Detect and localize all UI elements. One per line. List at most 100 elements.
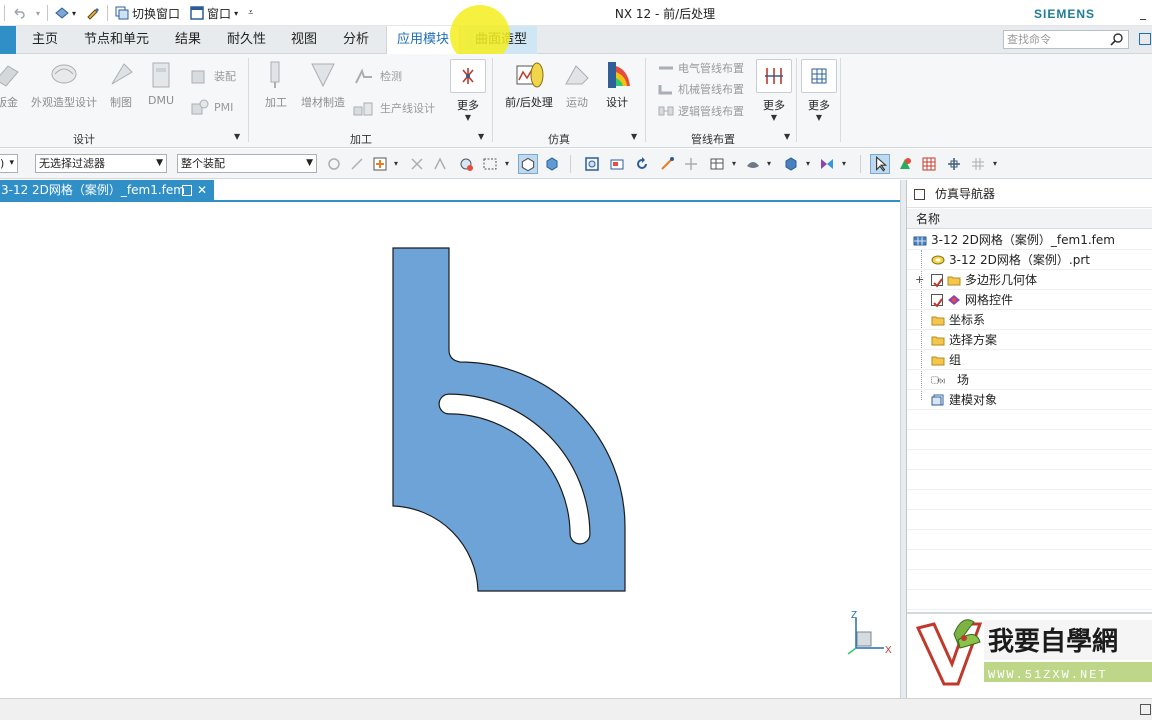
title-bar: ▾ ▾ 切换窗口 窗口 ▾ ⩡ NX 12 - 前/后处理 SIEMENS _ (0, 0, 1152, 26)
drafting-button[interactable]: 制图 (104, 60, 138, 110)
status-bar (0, 698, 1152, 720)
shaded-mode-button[interactable] (518, 154, 538, 174)
watermark-url: WWW.51ZXW.NET (988, 668, 1108, 682)
design-group-dropdown[interactable]: ▼ (234, 132, 240, 141)
section-view-icon[interactable] (819, 156, 835, 172)
tab-nodes-elements[interactable]: 节点和单元 (74, 26, 159, 54)
more-button-1[interactable] (450, 59, 486, 93)
navigator-title: 仿真导航器 (935, 187, 996, 201)
render-style-dropdown[interactable]: ▾ (767, 159, 771, 168)
snap-icon[interactable] (326, 156, 342, 172)
folder-icon (931, 356, 945, 366)
snap-end-icon[interactable] (432, 156, 448, 172)
layout-dropdown[interactable]: ▾ (732, 159, 736, 168)
pan-icon[interactable] (659, 156, 675, 172)
more-dropdown-1[interactable]: ▼ (450, 113, 486, 122)
folder-icon (947, 276, 961, 286)
grid-icon[interactable] (970, 156, 986, 172)
tab-home[interactable]: 主页 (22, 26, 68, 54)
more-button-2[interactable] (756, 59, 792, 93)
cube-icon[interactable] (544, 156, 560, 172)
grid-dropdown[interactable]: ▾ (993, 159, 997, 168)
tab-view[interactable]: 视图 (281, 26, 327, 54)
view-cube-icon[interactable] (783, 156, 799, 172)
assembly-button[interactable]: 装配 (190, 67, 236, 85)
line-design-button[interactable]: 生产线设计 (352, 99, 435, 117)
tree-item-fields[interactable]: f(x) 场 (907, 370, 1152, 390)
polygon-geometry-checkbox[interactable] (931, 274, 943, 288)
expand-icon[interactable]: + (915, 270, 924, 290)
document-tab-label: 3-12 2D网格（案例）_fem1.fem (1, 183, 185, 197)
tree-item-fem-file[interactable]: 3-12 2D网格（案例）_fem1.fem (907, 230, 1152, 250)
rectangle-select-icon[interactable] (482, 156, 498, 172)
part-canvas[interactable]: Z X (0, 204, 900, 698)
orient-view-icon[interactable] (683, 156, 699, 172)
tree-item-selection-recipes[interactable]: 选择方案 (907, 330, 1152, 350)
select-feature-icon[interactable] (458, 156, 474, 172)
add-point-icon[interactable] (372, 156, 388, 172)
motion-button[interactable]: 运动 (560, 60, 594, 110)
tab-analysis[interactable]: 分析 (333, 26, 379, 54)
electrical-routing-button[interactable]: 电气管线布置 (658, 60, 744, 76)
zoom-icon[interactable] (609, 156, 625, 172)
tab-durability[interactable]: 耐久性 (217, 26, 276, 54)
pmi-button[interactable]: PMI (190, 98, 233, 116)
graphics-window[interactable]: Z X (0, 204, 900, 698)
sheet-metal-button[interactable]: 钣金 (0, 60, 24, 110)
close-tab-icon[interactable]: ✕ (197, 180, 207, 201)
navigator-toggle-checkbox[interactable] (914, 189, 925, 200)
mesh-controls-checkbox[interactable] (931, 294, 943, 308)
tree-item-mesh-controls[interactable]: 网格控件 (907, 290, 1152, 310)
select-mode-button[interactable] (870, 154, 890, 174)
tree-item-prt-file[interactable]: 3-12 2D网格（案例）.prt (907, 250, 1152, 270)
additive-manufacturing-button[interactable]: 增材制造 (298, 60, 348, 110)
snap-point-icon[interactable] (409, 156, 425, 172)
tree-item-polygon-geometry[interactable]: + 多边形几何体 (907, 270, 1152, 290)
rotate-icon[interactable] (634, 156, 650, 172)
tree-item-modeling-objects[interactable]: 建模对象 (907, 390, 1152, 410)
styling-design-button[interactable]: 外观造型设计 (30, 60, 98, 110)
tab-results[interactable]: 结果 (165, 26, 211, 54)
mechanical-routing-button[interactable]: 机械管线布置 (658, 81, 744, 97)
layout-icon[interactable] (709, 156, 725, 172)
manufacturing-group-dropdown[interactable]: ▼ (478, 132, 484, 141)
selection-filter-select[interactable]: 无选择过滤器 ▼ (35, 154, 167, 173)
section-view-dropdown[interactable]: ▾ (842, 159, 846, 168)
fit-view-icon[interactable] (584, 156, 600, 172)
rectangle-select-dropdown[interactable]: ▾ (505, 159, 509, 168)
point-icon[interactable] (349, 156, 365, 172)
pre-post-button[interactable]: 前/后处理 (502, 60, 556, 110)
view-cube-dropdown[interactable]: ▾ (806, 159, 810, 168)
show-hide-icon[interactable] (897, 156, 913, 172)
tree-item-groups[interactable]: 组 (907, 350, 1152, 370)
more-dropdown-3[interactable]: ▼ (801, 113, 837, 122)
window-title: NX 12 - 前/后处理 (614, 7, 716, 21)
menu-dropdown[interactable]: ) ▾ (0, 154, 18, 173)
logical-routing-icon (658, 106, 674, 116)
inspection-icon (355, 68, 372, 84)
render-style-icon[interactable] (745, 156, 761, 172)
more-button-3[interactable] (801, 59, 837, 93)
restore-ribbon-icon[interactable] (1139, 33, 1151, 45)
more-dropdown-2[interactable]: ▼ (756, 113, 792, 122)
dmu-button[interactable]: DMU (144, 60, 178, 107)
inspection-button[interactable]: 检测 (352, 67, 402, 85)
simulation-design-button[interactable]: 设计 (600, 60, 634, 110)
group-separator (796, 58, 797, 142)
mesh-display-icon[interactable] (921, 156, 937, 172)
selection-scope-select[interactable]: 整个装配 ▼ (177, 154, 317, 173)
logical-routing-button[interactable]: 逻辑管线布置 (658, 103, 744, 119)
document-tab[interactable]: 3-12 2D网格（案例）_fem1.fem ✕ (0, 180, 214, 202)
node-display-icon[interactable] (946, 156, 962, 172)
undock-icon[interactable] (182, 185, 192, 196)
add-point-dropdown[interactable]: ▾ (394, 159, 398, 168)
file-tab[interactable] (0, 26, 16, 54)
tree-item-csys[interactable]: 坐标系 (907, 310, 1152, 330)
search-icon[interactable] (1110, 32, 1124, 46)
fullscreen-icon[interactable] (1140, 704, 1151, 715)
column-header-name[interactable]: 名称 (907, 209, 1152, 229)
simulation-group-dropdown[interactable]: ▼ (631, 132, 637, 141)
routing-group-dropdown[interactable]: ▼ (784, 132, 790, 141)
manufacturing-button[interactable]: 加工 (258, 60, 294, 110)
minimize-button[interactable]: _ (1140, 6, 1146, 20)
